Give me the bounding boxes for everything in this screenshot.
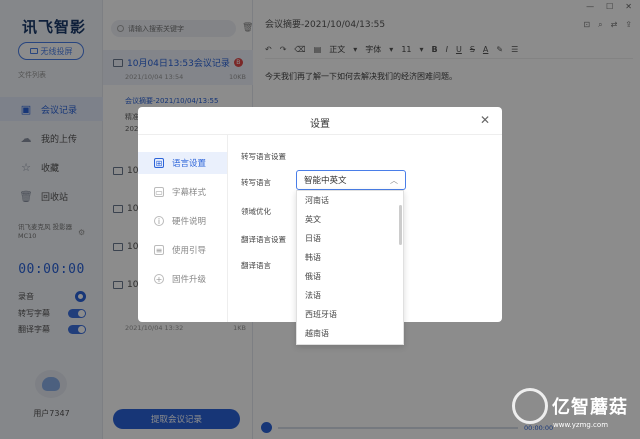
tab-subtitle-style[interactable]: ▭ 字幕样式 xyxy=(138,181,227,203)
tab-hardware[interactable]: i 硬件说明 xyxy=(138,210,227,232)
subtitle-icon: ▭ xyxy=(154,187,164,197)
settings-nav: ⊞ 语言设置 ▭ 字幕样式 i 硬件说明 ≡ 使用引导 + 固件升级 xyxy=(138,135,228,322)
tab-guide[interactable]: ≡ 使用引导 xyxy=(138,239,227,261)
watermark-text: 亿智蘑菇 xyxy=(552,397,628,418)
watermark: 亿智蘑菇 xyxy=(512,388,628,424)
tab-language[interactable]: ⊞ 语言设置 xyxy=(138,152,227,174)
section-heading: 翻译语言设置 xyxy=(241,235,286,244)
tab-label: 字幕样式 xyxy=(172,188,207,198)
dropdown-option[interactable]: 英文 xyxy=(297,210,403,229)
close-icon[interactable]: ✕ xyxy=(480,113,490,127)
translate-language-label: 翻译语言 xyxy=(241,261,271,270)
dropdown-option[interactable]: 越南语 xyxy=(297,324,403,343)
dropdown-option[interactable]: 日语 xyxy=(297,229,403,248)
dropdown-option[interactable]: 河南话 xyxy=(297,191,403,210)
watermark-logo-icon xyxy=(512,388,548,424)
dropdown-option[interactable]: 韩语 xyxy=(297,248,403,267)
document-icon: ≡ xyxy=(154,245,164,255)
transcribe-language-select[interactable]: 智能中英文 ︿ xyxy=(296,170,406,190)
tab-label: 硬件说明 xyxy=(172,217,207,227)
dropdown-option[interactable]: 西班牙语 xyxy=(297,305,403,324)
language-dropdown: 河南话 英文 日语 韩语 俄语 法语 西班牙语 越南语 xyxy=(296,190,404,345)
language-icon: ⊞ xyxy=(154,158,164,168)
upgrade-icon: + xyxy=(154,274,164,284)
transcribe-language-label: 转写语言 xyxy=(241,178,271,187)
info-icon: i xyxy=(154,216,164,226)
dialog-title: 设置 xyxy=(310,119,330,130)
tab-label: 使用引导 xyxy=(172,246,207,256)
selected-value: 智能中英文 xyxy=(304,176,347,186)
domain-optimize-label: 领域优化 xyxy=(241,207,271,216)
tab-label: 语言设置 xyxy=(172,159,207,169)
tab-label: 固件升级 xyxy=(172,275,207,285)
section-heading: 转写语言设置 xyxy=(241,152,286,161)
chevron-up-icon: ︿ xyxy=(390,175,398,185)
tab-firmware[interactable]: + 固件升级 xyxy=(138,268,227,290)
watermark-url: www.yzmg.com xyxy=(553,421,609,429)
dropdown-option[interactable]: 俄语 xyxy=(297,267,403,286)
dropdown-option[interactable]: 法语 xyxy=(297,286,403,305)
